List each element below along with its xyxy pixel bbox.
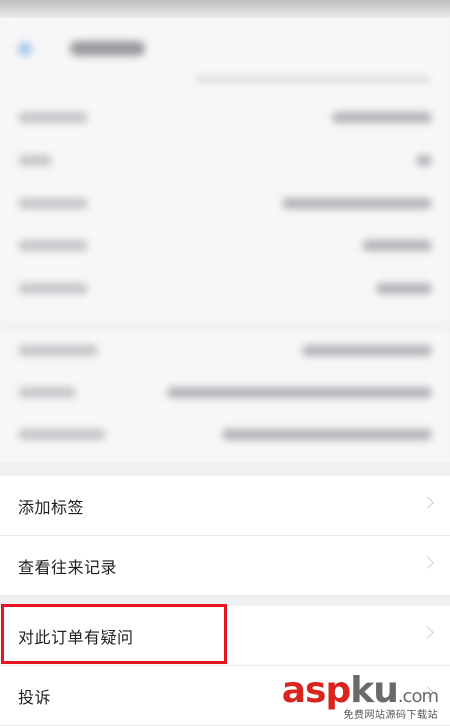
- blurred-detail-row: [0, 277, 450, 301]
- menu-item-label: 投诉: [18, 687, 52, 707]
- blurred-order-detail-page: [0, 0, 450, 480]
- chevron-right-icon: [421, 496, 434, 509]
- blurred-detail-row: [0, 106, 450, 130]
- menu-item-label: 查看往来记录: [18, 557, 118, 577]
- watermark-logo: aspku.com: [281, 670, 439, 711]
- watermark-brand-gray: ku: [350, 670, 399, 711]
- menu-item-view-history[interactable]: 查看往来记录: [0, 536, 450, 596]
- menu-item-label: 添加标签: [18, 497, 85, 517]
- blurred-section-divider: [0, 322, 450, 330]
- blurred-detail-row: [0, 339, 450, 363]
- watermark-tagline: 免费网站源码下载站: [343, 710, 438, 721]
- menu-item-label: 对此订单有疑问: [18, 627, 134, 647]
- watermark-domain-suffix: .com: [397, 686, 439, 707]
- blurred-detail-row: [0, 423, 450, 447]
- blurred-subtitle: [195, 76, 430, 83]
- chevron-right-icon: [421, 626, 434, 639]
- blurred-page-title: [70, 41, 145, 56]
- blurred-detail-row: [0, 149, 450, 173]
- menu-item-order-question[interactable]: 对此订单有疑问: [0, 606, 450, 666]
- watermark-brand-red: asp: [281, 670, 351, 711]
- blurred-detail-row: [0, 234, 450, 258]
- blurred-detail-row: [0, 381, 450, 405]
- status-bar: [0, 0, 450, 18]
- chevron-right-icon: [421, 556, 434, 569]
- blurred-detail-row: [0, 192, 450, 216]
- back-arrow-icon: [18, 42, 32, 56]
- menu-item-add-tag[interactable]: 添加标签: [0, 476, 450, 536]
- blurred-header: [0, 24, 450, 76]
